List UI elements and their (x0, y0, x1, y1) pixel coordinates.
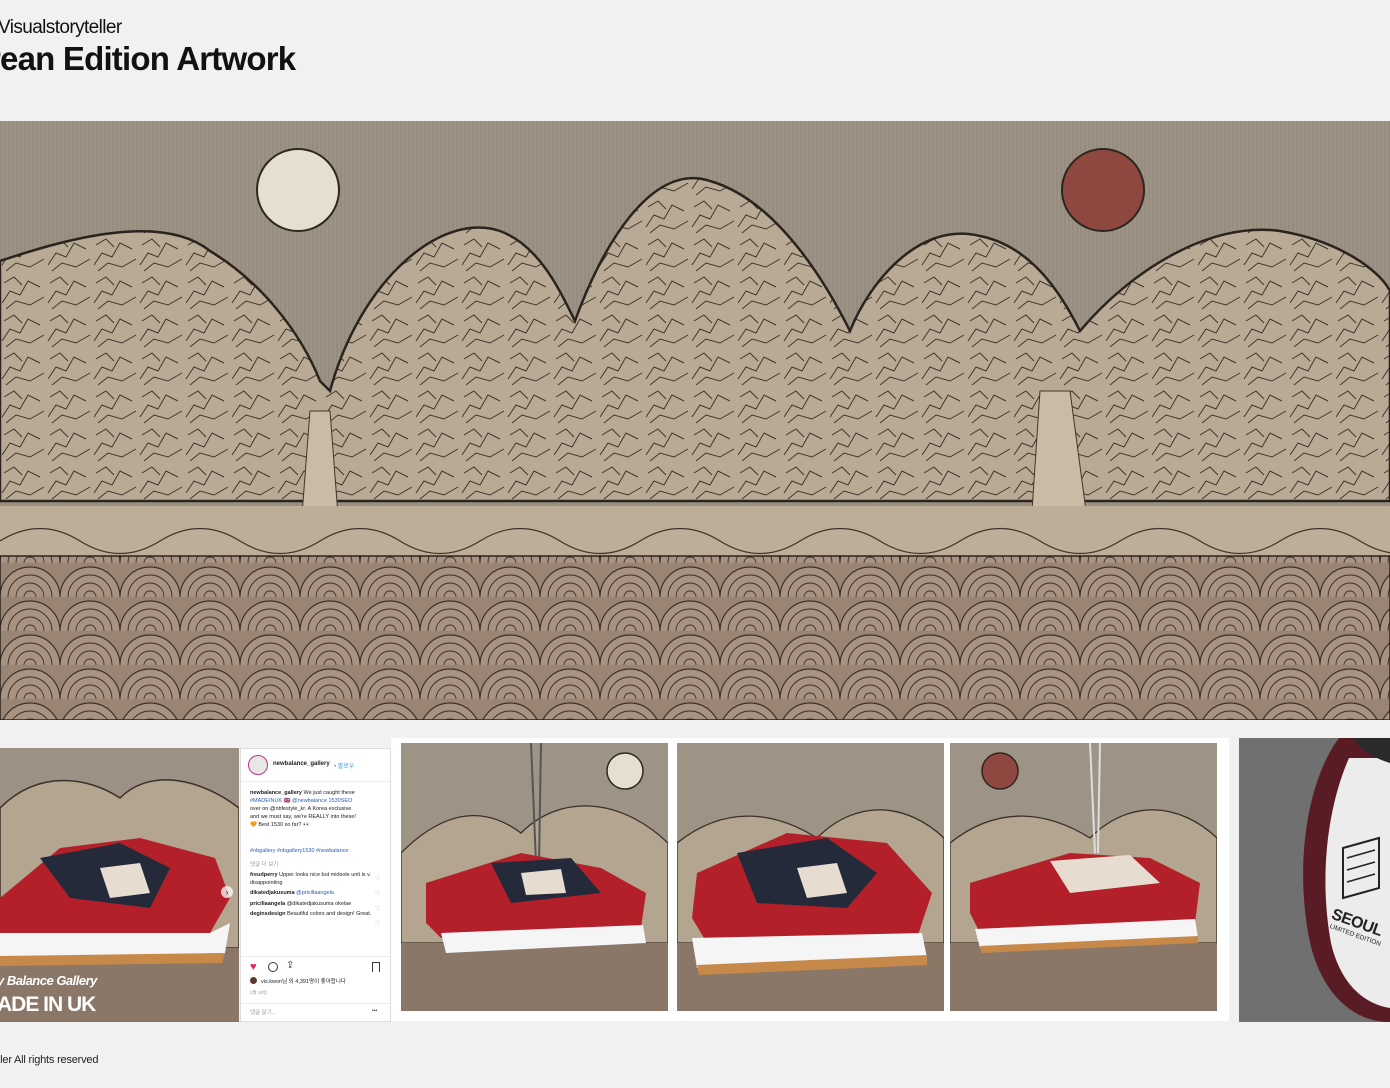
hanging-sneaker-photo (950, 743, 1217, 1011)
comment-text: Beautiful colors and design! Great. (286, 911, 372, 917)
caption-line-1: We just caught these (303, 790, 355, 796)
heart-outline-icon[interactable]: ♡ (375, 890, 380, 897)
sneaker-side-photo (677, 743, 944, 1011)
footer-copyright: eller All rights reserved (0, 1054, 99, 1066)
triptych-panel-3[interactable] (950, 743, 1217, 1011)
heart-outline-icon[interactable]: ♡ (375, 920, 380, 927)
moon (256, 148, 340, 232)
caption-line-2: #MADEINUK 🇬🇧 @newbalance 1530SEO (250, 798, 353, 804)
liker-avatar[interactable] (250, 977, 257, 984)
post-username[interactable]: newbalance_gallery (273, 761, 330, 767)
list-item: deginsdesign Beautiful colors and design… (250, 911, 372, 919)
carousel-next-icon[interactable]: › (221, 886, 233, 898)
comment-user[interactable]: pricillaangela (250, 901, 285, 907)
hanging-sneaker-photo (401, 743, 668, 1011)
comment-text: @pricillaangela (296, 890, 334, 896)
triptych-panel-1[interactable] (401, 743, 668, 1011)
list-item: dikatedjakusuma @pricillaangela (250, 890, 372, 898)
instagram-post-panel: newbalance_gallery • 팔로우 newbalance_gall… (240, 748, 391, 1022)
more-options-icon[interactable]: ••• (372, 1008, 377, 1014)
gallery-made-in-uk-label: ADE IN UK (0, 993, 96, 1016)
heart-outline-icon[interactable]: ♡ (375, 905, 380, 912)
mountain-landscape-illustration (0, 121, 1390, 720)
heart-outline-icon[interactable]: ♡ (375, 875, 380, 882)
triptych-card[interactable] (391, 738, 1229, 1021)
page-title: rean Edition Artwork (0, 40, 296, 77)
likes-count[interactable]: vis.kwon님 외 4,391명이 좋아합니다 (261, 977, 346, 985)
comment-user[interactable]: freudperry (250, 872, 278, 878)
comment-user[interactable]: deginsdesign (250, 911, 285, 917)
comment-text: @dikatedjakusuma okelae (286, 900, 352, 907)
triptych-panel-2[interactable] (677, 743, 944, 1011)
caption-line-5: 🧡 Best 1530 so far? 👀 (250, 822, 310, 828)
author-name: Visualstoryteller (0, 17, 122, 38)
share-icon[interactable]: ⇪ (286, 960, 294, 971)
list-item: pricillaangela @dikatedjakusuma okelae (250, 901, 372, 909)
avatar[interactable] (248, 755, 268, 775)
action-divider (241, 956, 390, 957)
list-item: freudperry Upper looks nice but midsole … (250, 872, 372, 887)
caption-line-3: over on @nbfestyle_kr. A Korea exclusive (250, 806, 352, 812)
add-comment-input[interactable]: 댓글 달기... (250, 1008, 276, 1016)
hero-artwork (0, 121, 1390, 720)
more-comments-link[interactable]: 댓글 더 보기 (250, 860, 278, 868)
post-hashtags[interactable]: #nbgallery #nbgallery1530 #newbalance (250, 848, 348, 854)
bookmark-icon[interactable] (372, 962, 380, 972)
insole-closeup-card[interactable]: SEOUL LIMITED EDITION (1239, 738, 1390, 1022)
add-comment-divider (241, 1003, 390, 1004)
caption-username[interactable]: newbalance_gallery (250, 790, 302, 796)
gallery-brand-label: y Balance Gallery (0, 973, 97, 988)
sun (1061, 148, 1145, 232)
follow-link[interactable]: • 팔로우 (334, 761, 354, 770)
post-divider (241, 781, 390, 782)
post-date: 2월 19일 (250, 990, 268, 995)
image-strip: y Balance Gallery ADE IN UK › newbalance… (0, 738, 1390, 1022)
caption-line-4: and we must say, we're REALLY into these… (250, 814, 356, 820)
insole-photo (1239, 738, 1390, 1022)
comment-list: freudperry Upper looks nice but midsole … (250, 872, 372, 919)
comment-icon[interactable] (268, 962, 278, 972)
gallery-photo-card[interactable]: y Balance Gallery ADE IN UK › (0, 748, 239, 1022)
comment-user[interactable]: dikatedjakusuma (250, 890, 295, 896)
like-heart-icon[interactable]: ♥ (250, 961, 257, 973)
post-caption: newbalance_gallery We just caught these … (250, 789, 384, 829)
